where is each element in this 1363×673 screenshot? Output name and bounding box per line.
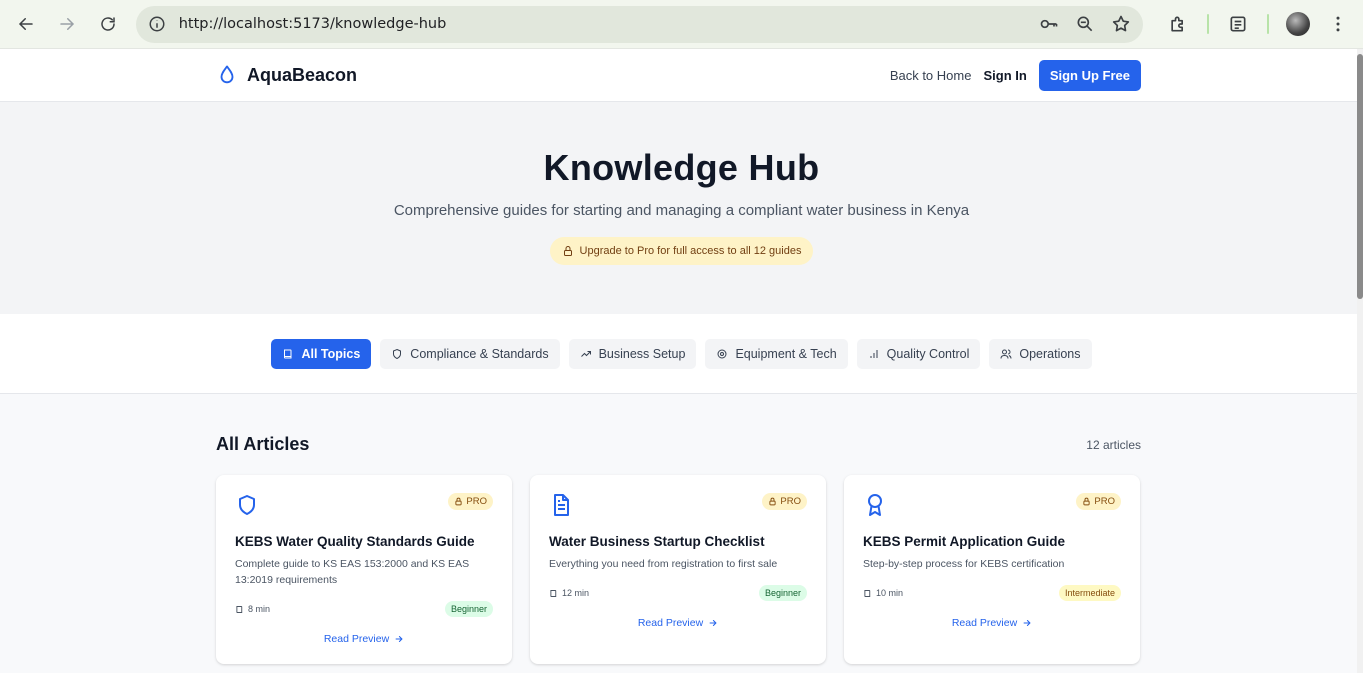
sign-up-button[interactable]: Sign Up Free (1038, 59, 1141, 91)
read-preview-label: Read Preview (637, 617, 704, 629)
reload-icon[interactable] (92, 8, 124, 40)
shield-icon (235, 493, 259, 522)
pro-badge-label: PRO (1094, 496, 1115, 507)
articles-heading: All Articles (216, 434, 310, 454)
water-drop-icon (220, 65, 234, 84)
arrow-right-icon (709, 619, 717, 627)
url-text[interactable]: http://localhost:5173/knowledge-hub (179, 16, 1039, 32)
back-to-home-link[interactable]: Back to Home (890, 68, 972, 83)
read-time: 12 min (549, 588, 589, 598)
level-badge: Beginner (758, 585, 807, 601)
award-icon (863, 493, 887, 522)
filter-quality-control[interactable]: Quality Control (856, 338, 981, 369)
bar-chart-icon (870, 349, 878, 358)
site-info-icon[interactable] (148, 15, 166, 33)
filter-label: Compliance & Standards (410, 346, 549, 361)
gear-icon (717, 349, 727, 358)
book-icon (550, 589, 557, 597)
toolbar-divider (1266, 14, 1269, 34)
filter-label: All Topics (301, 346, 361, 361)
read-time: 10 min (863, 588, 903, 598)
site-header: AquaBeacon Back to Home Sign In Sign Up … (0, 49, 1363, 102)
articles-section: All Articles 12 articles PRO KEBS Water … (0, 394, 1363, 664)
book-icon (284, 349, 292, 358)
menu-kebab-icon[interactable] (1323, 9, 1353, 39)
article-card[interactable]: PRO KEBS Permit Application Guide Step-b… (844, 475, 1140, 664)
arrow-right-icon (395, 635, 403, 643)
article-description: Complete guide to KS EAS 153:2000 and KS… (235, 558, 470, 586)
pro-badge-label: PRO (466, 496, 487, 507)
bookmark-star-icon[interactable] (1111, 14, 1131, 34)
filter-label: Quality Control (886, 346, 970, 361)
read-preview-link[interactable]: Read Preview (549, 617, 807, 629)
filter-equipment-tech[interactable]: Equipment & Tech (705, 338, 848, 369)
document-icon (549, 493, 573, 522)
scrollbar-thumb[interactable] (1357, 54, 1363, 299)
read-preview-link[interactable]: Read Preview (863, 617, 1121, 629)
lock-icon (769, 497, 776, 506)
filter-label: Business Setup (598, 346, 686, 361)
book-icon (236, 605, 243, 613)
forward-icon[interactable] (51, 8, 83, 40)
upgrade-banner[interactable]: Upgrade to Pro for full access to all 12… (549, 237, 814, 265)
header-nav: Back to Home Sign In Sign Up Free (890, 59, 1141, 91)
filter-business-setup[interactable]: Business Setup (568, 338, 697, 369)
sign-in-link[interactable]: Sign In (983, 68, 1026, 83)
article-title[interactable]: Water Business Startup Checklist (549, 534, 807, 549)
read-preview-label: Read Preview (323, 633, 390, 645)
brand-name: AquaBeacon (247, 64, 358, 85)
filter-operations[interactable]: Operations (989, 338, 1092, 369)
page-title: Knowledge Hub (543, 147, 820, 188)
filter-all-topics[interactable]: All Topics (271, 338, 372, 369)
toolbar-divider (1206, 14, 1209, 34)
upgrade-text: Upgrade to Pro for full access to all 12… (579, 245, 802, 257)
pro-badge: PRO (762, 493, 807, 510)
shield-icon (393, 348, 402, 359)
browser-toolbar: http://localhost:5173/knowledge-hub (0, 0, 1363, 49)
article-title[interactable]: KEBS Water Quality Standards Guide (235, 534, 493, 549)
filter-compliance-standards[interactable]: Compliance & Standards (380, 338, 560, 369)
filter-label: Operations (1019, 346, 1081, 361)
article-description: Everything you need from registration to… (549, 558, 778, 570)
page-scrollbar[interactable] (1357, 49, 1363, 673)
password-key-icon[interactable] (1039, 14, 1059, 34)
arrow-right-icon (1023, 619, 1031, 627)
pro-badge-label: PRO (780, 496, 801, 507)
read-time-value: 8 min (248, 604, 271, 614)
read-time-value: 12 min (562, 588, 590, 598)
page-subtitle: Comprehensive guides for starting and ma… (393, 202, 970, 219)
article-title[interactable]: KEBS Permit Application Guide (863, 534, 1121, 549)
read-time-value: 10 min (876, 588, 904, 598)
brand-logo[interactable]: AquaBeacon (216, 64, 357, 86)
level-badge: Intermediate (1058, 585, 1121, 601)
book-icon (864, 589, 871, 597)
users-icon (1000, 349, 1012, 359)
hero-section: Knowledge Hub Comprehensive guides for s… (0, 102, 1363, 314)
read-preview-link[interactable]: Read Preview (235, 633, 493, 645)
address-bar[interactable]: http://localhost:5173/knowledge-hub (135, 5, 1143, 43)
topic-filter-bar: All Topics Compliance & Standards Busine… (0, 314, 1363, 394)
read-preview-label: Read Preview (951, 617, 1018, 629)
profile-avatar[interactable] (1283, 9, 1313, 39)
articles-grid: PRO KEBS Water Quality Standards Guide C… (216, 475, 1141, 664)
pro-badge: PRO (1076, 493, 1121, 510)
filter-label: Equipment & Tech (735, 346, 837, 361)
trending-up-icon (580, 350, 591, 357)
article-card[interactable]: PRO KEBS Water Quality Standards Guide C… (216, 475, 512, 664)
zoom-icon[interactable] (1075, 14, 1095, 34)
pro-badge: PRO (448, 493, 493, 510)
read-time: 8 min (235, 604, 270, 614)
lock-icon (563, 246, 572, 256)
level-badge: Beginner (444, 601, 493, 617)
lock-icon (455, 497, 462, 506)
reading-list-icon[interactable] (1223, 9, 1253, 39)
articles-count: 12 articles (1086, 437, 1141, 452)
lock-icon (1083, 497, 1090, 506)
article-card[interactable]: PRO Water Business Startup Checklist Eve… (530, 475, 826, 664)
article-description: Step-by-step process for KEBS certificat… (863, 558, 1065, 570)
extensions-icon[interactable] (1163, 9, 1193, 39)
back-icon[interactable] (10, 8, 42, 40)
